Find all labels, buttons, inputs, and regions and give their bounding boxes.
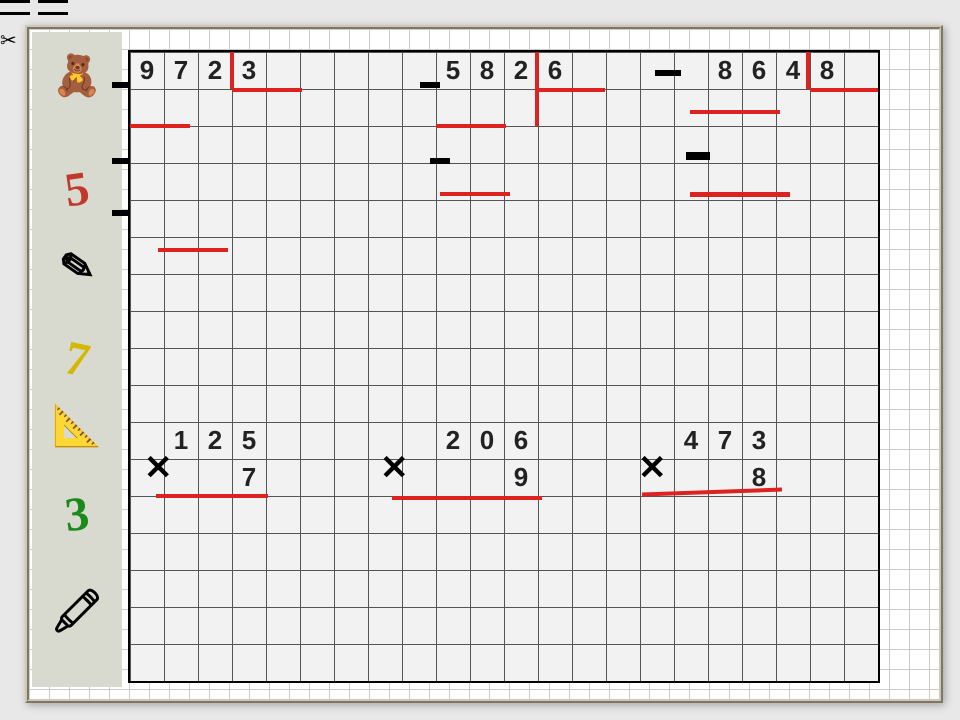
digit: 4	[674, 422, 708, 459]
red-line	[232, 88, 302, 92]
red-line	[690, 192, 790, 197]
cut-line	[0, 0, 30, 3]
digit: 2	[198, 422, 232, 459]
digit: 5	[232, 422, 266, 459]
minus-mark	[686, 152, 710, 160]
red-line	[158, 248, 228, 252]
digit: 7	[232, 459, 266, 496]
digit: 9	[130, 52, 164, 89]
digit: 6	[742, 52, 776, 89]
multiply-icon: ✕	[638, 448, 667, 488]
digit: 6	[538, 52, 572, 89]
multiply-icon: ✕	[144, 448, 173, 488]
digit-three: 3	[29, 482, 124, 546]
digit: 4	[776, 52, 810, 89]
cut-line	[38, 0, 68, 3]
red-line	[392, 496, 542, 500]
cut-line	[0, 12, 30, 15]
doll-icon: 🧸	[32, 52, 122, 99]
red-line	[535, 88, 605, 92]
digit-five: 5	[29, 156, 126, 223]
red-line	[440, 192, 510, 196]
minus-mark	[112, 82, 130, 88]
minus-mark	[420, 82, 440, 88]
red-line	[436, 124, 506, 128]
digit: 2	[198, 52, 232, 89]
red-line	[156, 494, 268, 498]
digit: 0	[470, 422, 504, 459]
minus-mark	[655, 70, 681, 76]
minus-mark	[112, 158, 130, 164]
digit: 8	[470, 52, 504, 89]
digit: 8	[810, 52, 844, 89]
digit: 7	[708, 422, 742, 459]
digit: 2	[504, 52, 538, 89]
scissors-icon: ✂	[0, 28, 17, 53]
red-line	[810, 88, 878, 92]
pencil-icon: ✏	[26, 221, 128, 314]
red-line	[690, 110, 780, 114]
digit: 7	[164, 52, 198, 89]
red-line	[230, 52, 234, 89]
digit-seven: 7	[27, 323, 126, 396]
cut-line	[38, 12, 68, 15]
digit: 8	[708, 52, 742, 89]
compass-icon: 📐	[32, 402, 122, 449]
red-line	[130, 124, 190, 128]
digit: 3	[742, 422, 776, 459]
multiply-icon: ✕	[380, 448, 409, 488]
digit: 3	[232, 52, 266, 89]
math-grid: 9 7 2 3 5 8 2 6 8 6 4 8 1 2 5 7 2 0 6 9 …	[128, 50, 880, 683]
digit: 5	[436, 52, 470, 89]
digit: 2	[436, 422, 470, 459]
minus-mark	[430, 158, 450, 164]
digit: 9	[504, 459, 538, 496]
decoration-sidebar: 🧸 5 ✏ 7 📐 3 🖍	[32, 32, 122, 687]
digit: 6	[504, 422, 538, 459]
red-line	[806, 52, 810, 89]
minus-mark	[112, 210, 130, 216]
pencil-cup-icon: 🖍	[32, 587, 122, 636]
